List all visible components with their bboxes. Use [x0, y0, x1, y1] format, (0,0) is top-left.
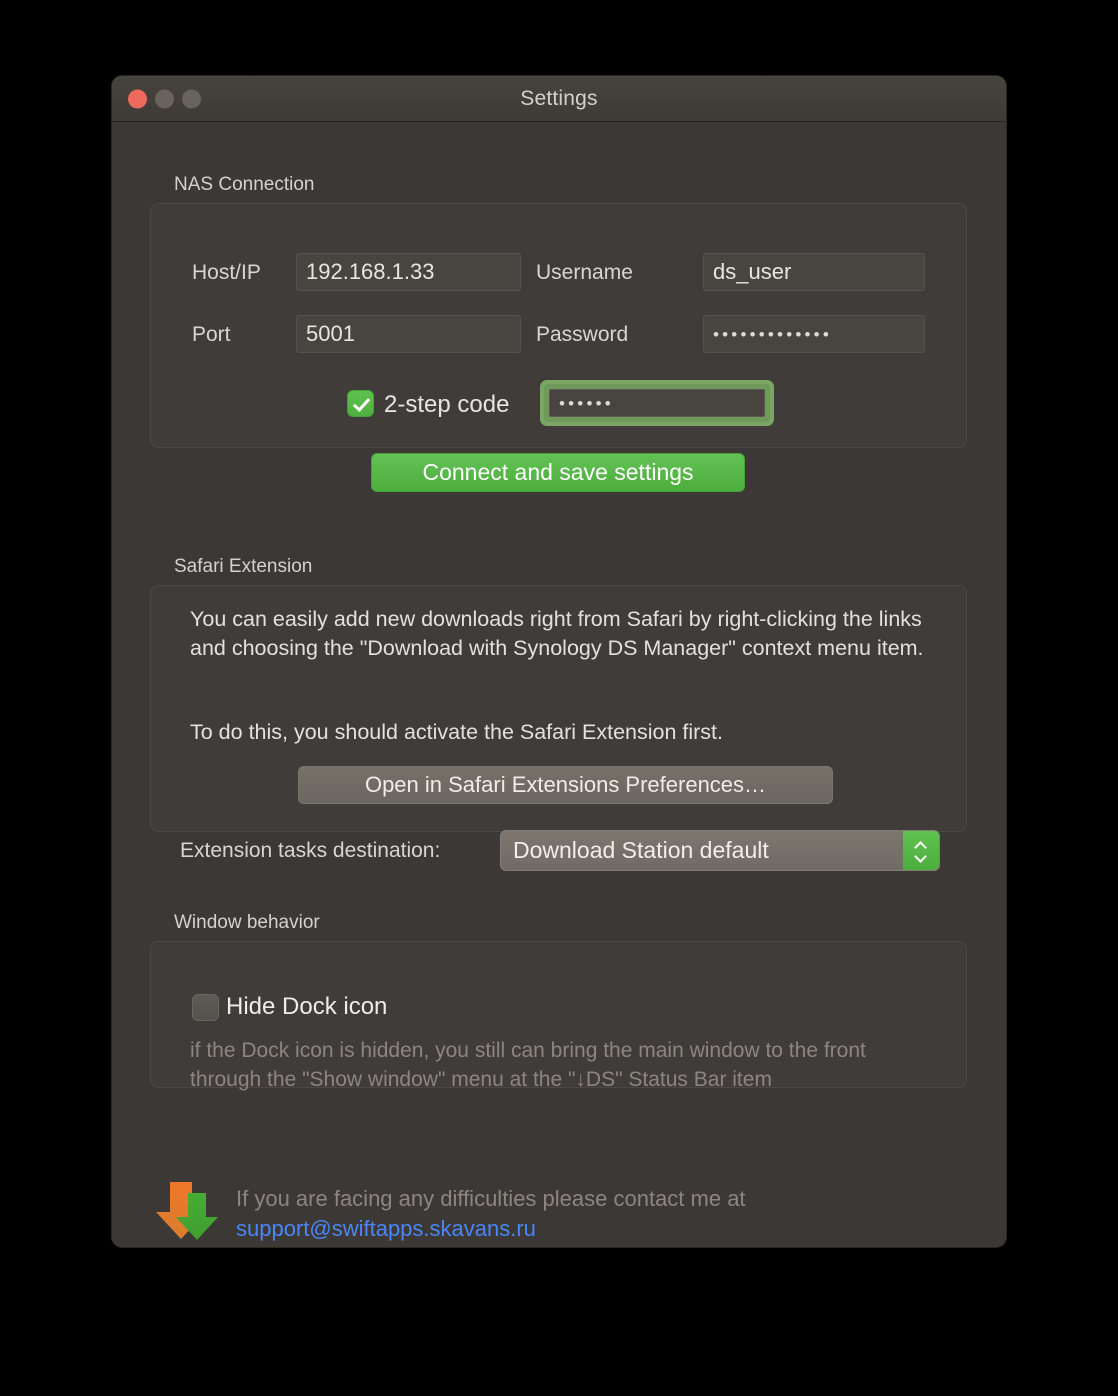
nas-connection-group-label: NAS Connection: [174, 174, 315, 195]
password-masked-value: •••••••••••••: [713, 324, 832, 344]
username-label: Username: [536, 261, 633, 284]
settings-window: Settings NAS Connection Host/IP 192.168.…: [112, 76, 1006, 1247]
extension-tasks-destination-label: Extension tasks destination:: [180, 839, 441, 862]
window-behavior-group-label: Window behavior: [174, 912, 320, 933]
two-step-code-input[interactable]: ••••••: [540, 380, 774, 426]
extension-tasks-destination-value: Download Station default: [513, 837, 769, 863]
host-ip-input[interactable]: 192.168.1.33: [296, 253, 521, 291]
two-step-code-label: 2-step code: [384, 391, 510, 418]
safari-extension-group-label: Safari Extension: [174, 556, 313, 577]
extension-tasks-destination-select[interactable]: Download Station default: [500, 830, 940, 871]
username-input[interactable]: ds_user: [703, 253, 925, 291]
hide-dock-icon-hint: if the Dock icon is hidden, you still ca…: [190, 1039, 866, 1091]
window-title: Settings: [520, 86, 598, 110]
hide-dock-icon-checkbox[interactable]: [192, 994, 219, 1021]
open-safari-extensions-preferences-button[interactable]: Open in Safari Extensions Preferences…: [298, 766, 833, 804]
title-bar: Settings: [112, 76, 1006, 122]
two-step-code-checkbox[interactable]: [347, 390, 374, 417]
app-download-arrows-icon: [156, 1182, 218, 1240]
support-email-link[interactable]: support@swiftapps.skavans.ru: [236, 1216, 536, 1242]
two-step-code-masked-value: ••••••: [559, 393, 614, 413]
port-input[interactable]: 5001: [296, 315, 521, 353]
connect-and-save-button[interactable]: Connect and save settings: [371, 453, 745, 492]
safari-extension-paragraph-2: To do this, you should activate the Safa…: [190, 720, 724, 744]
password-label: Password: [536, 323, 629, 346]
support-message: If you are facing any difficulties pleas…: [236, 1186, 746, 1211]
host-ip-label: Host/IP: [192, 261, 261, 284]
password-input[interactable]: •••••••••••••: [703, 315, 925, 353]
safari-extension-paragraph-1: You can easily add new downloads right f…: [190, 607, 924, 660]
chevron-up-down-icon: [903, 831, 939, 870]
hide-dock-icon-label: Hide Dock icon: [226, 993, 388, 1020]
window-content: NAS Connection Host/IP 192.168.1.33 User…: [112, 122, 1006, 1247]
port-label: Port: [192, 323, 231, 346]
